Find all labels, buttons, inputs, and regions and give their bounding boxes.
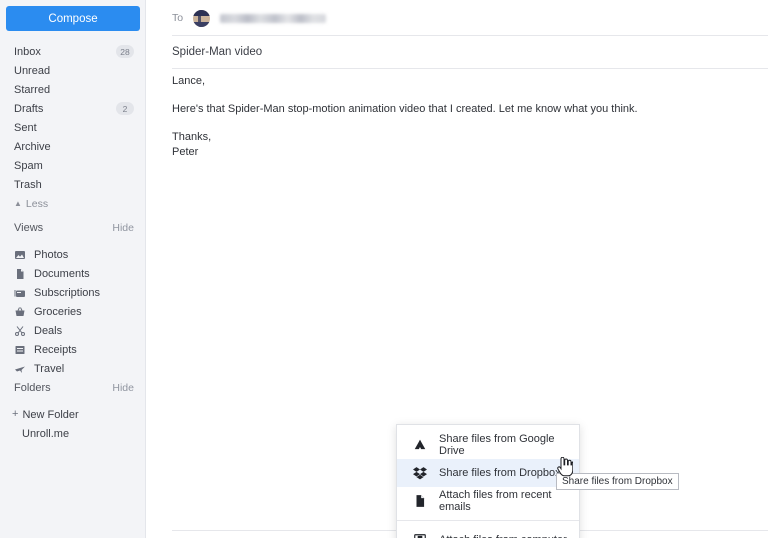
body-greeting: Lance, <box>172 75 206 87</box>
views-item-groceries[interactable]: Groceries <box>0 302 145 321</box>
subject-divider <box>172 68 768 69</box>
document-icon <box>14 268 26 280</box>
google-drive-icon <box>413 438 427 452</box>
sidebar-item-label: Trash <box>14 178 42 191</box>
sidebar-item-starred[interactable]: Starred <box>0 80 145 99</box>
menu-item-label: Attach files from computer <box>439 534 567 538</box>
to-label: To <box>172 12 184 24</box>
views-item-label: Documents <box>34 267 90 280</box>
subscriptions-icon <box>14 287 26 299</box>
folders-section: Folders Hide + New Folder Unroll.me <box>0 378 145 443</box>
body-signature: Peter <box>172 146 199 158</box>
recipient-avatar <box>193 9 211 27</box>
new-folder-label: New Folder <box>22 408 79 421</box>
less-label: Less <box>25 197 49 210</box>
views-item-label: Deals <box>34 324 63 337</box>
scissors-icon <box>14 325 26 337</box>
sidebar-item-label: Sent <box>14 121 37 134</box>
views-header: Views Hide <box>0 218 145 237</box>
body-signoff: Thanks, <box>172 131 212 143</box>
sidebar-item-label: Inbox <box>14 45 41 58</box>
menu-item-label: Share files from Dropbox <box>439 467 561 479</box>
views-item-label: Receipts <box>34 343 77 356</box>
body-paragraph: Here's that Spider-Man stop-motion anima… <box>172 103 638 115</box>
sidebar-item-archive[interactable]: Archive <box>0 137 145 156</box>
views-item-deals[interactable]: Deals <box>0 321 145 340</box>
sidebar-item-spam[interactable]: Spam <box>0 156 145 175</box>
document-icon <box>413 494 427 508</box>
views-hide-link[interactable]: Hide <box>112 222 134 234</box>
subject-field[interactable]: Spider-Man video <box>172 36 262 68</box>
sidebar-item-label: Unread <box>14 64 51 77</box>
menu-item-google-drive[interactable]: Share files from Google Drive <box>397 431 579 459</box>
views-title: Views <box>14 221 44 234</box>
sidebar-nav-list: Inbox 28 Unread Starred Drafts 2 Sent Archive Sp… <box>0 42 145 213</box>
views-item-documents[interactable]: Documents <box>0 264 145 283</box>
attach-menu: Share files from Google Drive Share files… <box>396 424 580 538</box>
menu-item-dropbox[interactable]: Share files from Dropbox <box>397 459 579 487</box>
views-section: Views Hide Photos Documents Subscriptions Gro… <box>0 218 145 378</box>
recipient-email-redacted <box>220 13 327 23</box>
compose-pane: To Spider-Man video Lance, Here's that S… <box>146 0 768 538</box>
folder-item[interactable]: Unroll.me <box>0 424 145 443</box>
menu-item-label: Share files from Google Drive <box>439 433 555 457</box>
unread-count-badge: 2 <box>116 102 134 115</box>
sidebar-item-sent[interactable]: Sent <box>0 118 145 137</box>
views-item-receipts[interactable]: Receipts <box>0 340 145 359</box>
menu-item-document[interactable]: Attach files from recent emails <box>397 487 579 515</box>
dropbox-icon <box>413 466 427 480</box>
sidebar-less-toggle[interactable]: ▲ Less <box>0 194 145 213</box>
folders-header: Folders Hide <box>0 378 145 397</box>
email-body[interactable]: Lance, Here's that Spider-Man stop-motio… <box>172 74 748 160</box>
chevron-up-icon: ▲ <box>14 198 22 208</box>
views-item-travel[interactable]: Travel <box>0 359 145 378</box>
sidebar-item-inbox[interactable]: Inbox 28 <box>0 42 145 61</box>
tooltip-text: Share files from Dropbox <box>562 476 673 487</box>
folders-title: Folders <box>14 381 51 394</box>
compose-button[interactable]: Compose <box>6 6 140 31</box>
sidebar-item-trash[interactable]: Trash <box>0 175 145 194</box>
subject-text: Spider-Man video <box>172 46 263 58</box>
plus-icon: + <box>12 408 19 420</box>
airplane-icon <box>14 363 26 375</box>
sidebar-item-unread[interactable]: Unread <box>0 61 145 80</box>
menu-separator <box>397 520 579 521</box>
views-item-subscriptions[interactable]: Subscriptions <box>0 283 145 302</box>
photo-icon <box>14 249 26 261</box>
views-item-photos[interactable]: Photos <box>0 245 145 264</box>
receipt-icon <box>14 344 26 356</box>
views-item-label: Photos <box>34 248 69 261</box>
folder-item-label: Unroll.me <box>22 427 70 440</box>
to-field-row[interactable]: To <box>146 0 768 36</box>
email-client-window: Compose Inbox 28 Unread Starred Drafts 2 Sent A… <box>0 0 768 538</box>
sidebar: Compose Inbox 28 Unread Starred Drafts 2 Sent A… <box>0 0 146 538</box>
views-item-label: Travel <box>34 362 65 375</box>
unread-count-badge: 28 <box>116 45 134 58</box>
folders-hide-link[interactable]: Hide <box>112 382 134 394</box>
basket-icon <box>14 306 26 318</box>
menu-item-computer[interactable]: Attach files from computer <box>397 526 579 538</box>
new-folder-button[interactable]: + New Folder <box>0 405 145 424</box>
views-item-label: Subscriptions <box>34 286 101 299</box>
sidebar-item-label: Archive <box>14 140 51 153</box>
sidebar-item-label: Spam <box>14 159 43 172</box>
computer-icon <box>413 533 427 538</box>
sidebar-item-drafts[interactable]: Drafts 2 <box>0 99 145 118</box>
sidebar-item-label: Starred <box>14 83 51 96</box>
sidebar-item-label: Drafts <box>14 102 44 115</box>
views-item-label: Groceries <box>34 305 82 318</box>
tooltip: Share files from Dropbox <box>556 473 679 490</box>
menu-item-label: Attach files from recent emails <box>439 489 552 513</box>
